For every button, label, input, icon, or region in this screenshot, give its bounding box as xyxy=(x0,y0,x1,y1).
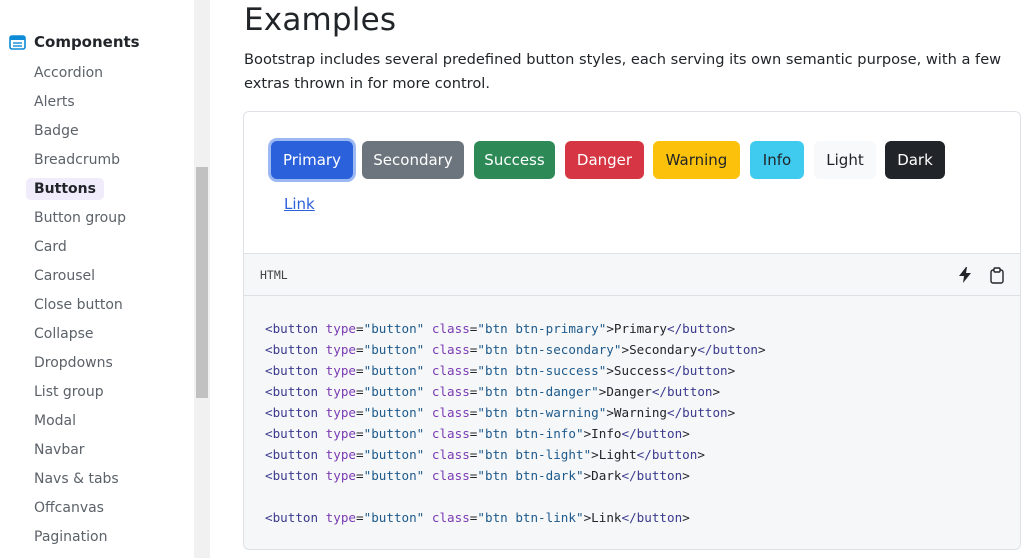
sidebar-item-label: Navbar xyxy=(34,441,85,458)
sidebar-item-label: Close button xyxy=(34,296,123,313)
scrollbar-thumb[interactable] xyxy=(196,167,208,398)
sidebar-nav-list: Accordion Alerts Badge Breadcrumb Buttons But… xyxy=(26,58,192,551)
code-line: <button type="button" class="btn btn-dar… xyxy=(265,468,690,483)
code-content: <button type="button" class="btn btn-pri… xyxy=(265,318,766,528)
code-line: <button type="button" class="btn btn-sec… xyxy=(265,342,766,357)
sidebar-item-badge[interactable]: Badge xyxy=(26,116,192,145)
sidebar-item-modal[interactable]: Modal xyxy=(26,406,192,435)
sidebar-item-label: Buttons xyxy=(26,177,104,200)
danger-button[interactable]: Danger xyxy=(565,141,644,179)
sidebar-item-label: Alerts xyxy=(34,93,75,110)
sidebar-item-close-button[interactable]: Close button xyxy=(26,290,192,319)
sidebar-item-navbar[interactable]: Navbar xyxy=(26,435,192,464)
code-language-label: HTML xyxy=(260,268,288,282)
sidebar-item-label: Accordion xyxy=(34,64,104,81)
sidebar-item-label: Pagination xyxy=(34,528,108,545)
sidebar-item-label: Carousel xyxy=(34,267,96,284)
sidebar-section-title: Components xyxy=(34,33,140,51)
link-button[interactable]: Link xyxy=(284,195,315,213)
sidebar-item-label: Badge xyxy=(34,122,79,139)
sidebar-item-offcanvas[interactable]: Offcanvas xyxy=(26,493,192,522)
sidebar-item-label: Dropdowns xyxy=(34,354,113,371)
code-line: <button type="button" class="btn btn-inf… xyxy=(265,426,690,441)
primary-button[interactable]: Primary xyxy=(271,141,353,179)
success-button[interactable]: Success xyxy=(474,141,555,179)
code-line: <button type="button" class="btn btn-lig… xyxy=(265,447,705,462)
zap-icon[interactable] xyxy=(955,265,975,285)
warning-button[interactable]: Warning xyxy=(653,141,740,179)
sidebar-item-collapse[interactable]: Collapse xyxy=(26,319,192,348)
sidebar-item-breadcrumb[interactable]: Breadcrumb xyxy=(26,145,192,174)
code-line: <button type="button" class="btn btn-dan… xyxy=(265,384,721,399)
code-header: HTML xyxy=(243,253,1021,296)
sidebar-item-accordion[interactable]: Accordion xyxy=(26,58,192,87)
sidebar-item-buttons[interactable]: Buttons xyxy=(26,174,192,203)
dark-button[interactable]: Dark xyxy=(885,141,945,179)
info-button[interactable]: Info xyxy=(750,141,804,179)
sidebar-item-label: Collapse xyxy=(34,325,94,342)
code-block: <button type="button" class="btn btn-pri… xyxy=(243,296,1021,550)
sidebar-item-navs-tabs[interactable]: Navs & tabs xyxy=(26,464,192,493)
sidebar-item-label: List group xyxy=(34,383,104,400)
sidebar-item-list-group[interactable]: List group xyxy=(26,377,192,406)
sidebar-item-button-group[interactable]: Button group xyxy=(26,203,192,232)
code-line: <button type="button" class="btn btn-suc… xyxy=(265,363,736,378)
sidebar-item-label: Button group xyxy=(34,209,127,226)
list-window-icon xyxy=(9,34,26,50)
clipboard-icon[interactable] xyxy=(987,265,1007,285)
sidebar-item-dropdowns[interactable]: Dropdowns xyxy=(26,348,192,377)
sidebar-item-label: Breadcrumb xyxy=(34,151,120,168)
sidebar-item-carousel[interactable]: Carousel xyxy=(26,261,192,290)
light-button[interactable]: Light xyxy=(814,141,876,179)
sidebar-item-label: Offcanvas xyxy=(34,499,104,516)
sidebar: Components Accordion Alerts Badge Breadcrum… xyxy=(0,0,196,558)
sidebar-item-label: Card xyxy=(34,238,67,255)
sidebar-item-card[interactable]: Card xyxy=(26,232,192,261)
secondary-button[interactable]: Secondary xyxy=(362,141,464,179)
sidebar-item-pagination[interactable]: Pagination xyxy=(26,522,192,551)
example-preview: Primary Secondary Success Danger Warning… xyxy=(243,111,1021,253)
page-description: Bootstrap includes several predefined bu… xyxy=(244,51,1002,92)
sidebar-item-label: Navs & tabs xyxy=(34,470,119,487)
code-line: <button type="button" class="btn btn-pri… xyxy=(265,321,736,336)
sidebar-item-alerts[interactable]: Alerts xyxy=(26,87,192,116)
code-line: <button type="button" class="btn btn-lin… xyxy=(265,510,690,525)
sidebar-item-label: Modal xyxy=(34,412,76,429)
sidebar-section-header[interactable]: Components xyxy=(9,33,140,51)
page-title: Examples xyxy=(244,2,397,38)
code-line: <button type="button" class="btn btn-war… xyxy=(265,405,736,420)
